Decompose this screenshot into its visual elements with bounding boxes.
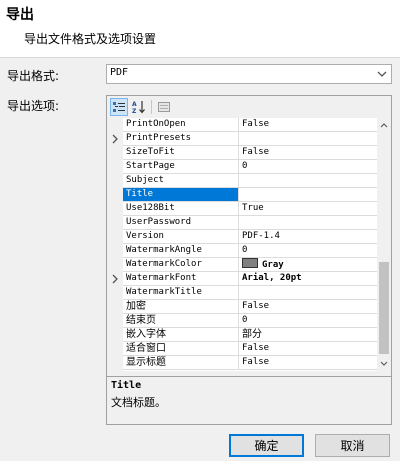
property-row[interactable]: 适合窗口 False <box>123 342 377 356</box>
sort-az-icon: A Z <box>132 101 145 114</box>
property-value[interactable]: True <box>242 202 376 215</box>
property-value-text: Gray <box>262 260 284 270</box>
chevron-down-icon <box>380 361 388 366</box>
property-value[interactable]: 0 <box>242 244 376 257</box>
property-grid: A Z PrintOnOpen False PrintPresets SizeToFi… <box>106 95 392 425</box>
options-label: 导出选项: <box>7 99 60 113</box>
alphabetical-sort-button[interactable]: A Z <box>130 98 148 116</box>
property-rows: PrintOnOpen False PrintPresets SizeToFit Fal… <box>112 118 377 370</box>
property-value[interactable]: False <box>242 146 376 159</box>
property-value[interactable] <box>242 174 376 187</box>
vertical-scrollbar[interactable] <box>377 118 391 371</box>
toolbar-separator <box>151 100 152 114</box>
property-row[interactable]: UserPassword <box>123 216 377 230</box>
property-row[interactable]: Version PDF-1.4 <box>123 230 377 244</box>
property-name: SizeToFit <box>123 146 239 159</box>
property-name: Version <box>123 230 239 243</box>
property-value[interactable]: False <box>242 118 376 131</box>
property-name: UserPassword <box>123 216 239 229</box>
property-value[interactable] <box>242 286 376 299</box>
property-row[interactable]: WatermarkAngle 0 <box>123 244 377 258</box>
property-grid-toolbar: A Z <box>107 96 391 118</box>
property-value[interactable]: False <box>242 300 376 313</box>
property-row[interactable]: WatermarkTitle <box>123 286 377 300</box>
property-row[interactable]: 嵌入字体 部分 <box>123 328 377 342</box>
property-value[interactable]: 部分 <box>242 328 376 341</box>
color-swatch <box>242 258 258 268</box>
property-row[interactable]: PrintPresets <box>112 132 377 146</box>
property-name: Subject <box>123 174 239 187</box>
property-name: Use128Bit <box>123 202 239 215</box>
chevron-up-icon <box>380 123 388 128</box>
svg-text:Z: Z <box>132 108 137 114</box>
ok-button[interactable]: 确定 <box>229 434 304 457</box>
property-value[interactable]: False <box>242 356 376 369</box>
property-row[interactable]: 显示标题 False <box>123 356 377 370</box>
property-row[interactable]: SizeToFit False <box>123 146 377 160</box>
property-value[interactable]: 0 <box>242 160 376 173</box>
dialog-header: 导出 导出文件格式及选项设置 <box>0 0 400 58</box>
property-row[interactable]: Use128Bit True <box>123 202 377 216</box>
property-value[interactable]: 0 <box>242 314 376 327</box>
property-name: 嵌入字体 <box>123 328 239 341</box>
help-title: Title <box>111 380 142 391</box>
property-name: WatermarkTitle <box>123 286 239 299</box>
property-name: 显示标题 <box>123 356 239 369</box>
property-row[interactable]: Title <box>123 188 377 202</box>
property-pages-icon <box>158 102 170 112</box>
cancel-button[interactable]: 取消 <box>315 434 390 457</box>
help-description: 文档标题。 <box>111 396 166 409</box>
property-value[interactable] <box>242 216 376 229</box>
property-name: 适合窗口 <box>123 342 239 355</box>
property-row[interactable]: 加密 False <box>123 300 377 314</box>
dialog-title: 导出 <box>6 7 34 23</box>
property-value[interactable]: Gray <box>242 258 376 271</box>
format-value: PDF <box>110 67 129 78</box>
property-row[interactable]: 结束页 0 <box>123 314 377 328</box>
property-row[interactable]: WatermarkFont Arial, 20pt <box>112 272 377 286</box>
property-name: PrintOnOpen <box>123 118 239 131</box>
chevron-down-icon <box>377 71 387 77</box>
property-row[interactable]: PrintOnOpen False <box>123 118 377 132</box>
property-row[interactable]: Subject <box>123 174 377 188</box>
property-value[interactable] <box>242 132 376 145</box>
property-value[interactable]: PDF-1.4 <box>242 230 376 243</box>
scroll-up-button[interactable] <box>377 118 391 132</box>
scroll-thumb[interactable] <box>379 262 389 354</box>
property-name: WatermarkAngle <box>123 244 239 257</box>
property-value[interactable] <box>242 188 376 201</box>
expand-chevron-icon[interactable] <box>111 274 119 284</box>
property-row[interactable]: StartPage 0 <box>123 160 377 174</box>
scroll-down-button[interactable] <box>377 357 391 371</box>
categorized-view-button[interactable] <box>110 98 128 116</box>
property-name: WatermarkFont <box>123 272 239 285</box>
property-row[interactable]: WatermarkColor Gray <box>123 258 377 272</box>
property-name: 加密 <box>123 300 239 313</box>
expand-chevron-icon[interactable] <box>111 134 119 144</box>
categorized-icon <box>113 102 125 112</box>
property-value[interactable]: Arial, 20pt <box>242 272 376 285</box>
property-name: PrintPresets <box>123 132 239 145</box>
property-name: StartPage <box>123 160 239 173</box>
property-list: PrintOnOpen False PrintPresets SizeToFit Fal… <box>107 118 391 371</box>
property-name: 结束页 <box>123 314 239 327</box>
property-pages-button[interactable] <box>155 98 173 116</box>
dialog-subtitle: 导出文件格式及选项设置 <box>24 32 157 46</box>
format-label: 导出格式: <box>7 69 60 83</box>
property-gutter <box>107 118 123 371</box>
property-help-panel: Title 文档标题。 <box>107 376 391 424</box>
property-name: WatermarkColor <box>123 258 239 271</box>
svg-text:A: A <box>132 101 137 108</box>
property-name: Title <box>123 188 239 201</box>
property-value[interactable]: False <box>242 342 376 355</box>
format-dropdown[interactable]: PDF <box>106 64 392 84</box>
